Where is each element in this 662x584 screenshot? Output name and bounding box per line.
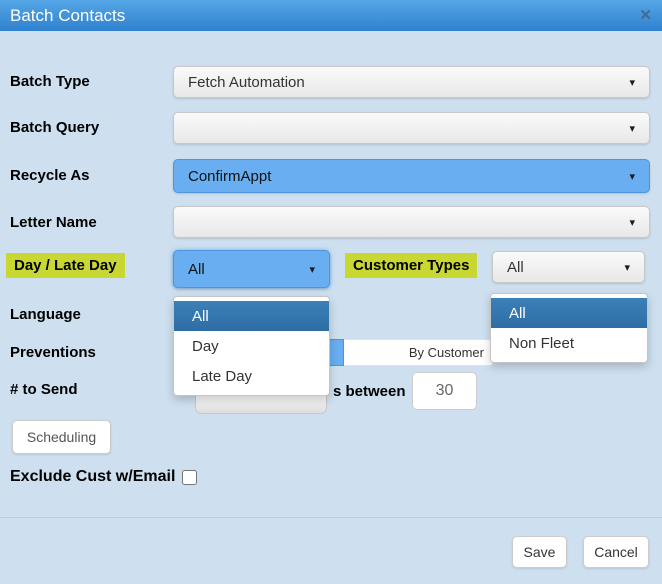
days-between-input[interactable] <box>412 372 477 410</box>
caret-down-icon: ▾ <box>629 122 635 135</box>
dropdown-item-all[interactable]: All <box>174 301 329 331</box>
preventions-by-customer-segment[interactable]: By Customer <box>344 339 493 366</box>
language-label: Language <box>10 306 81 323</box>
day-late-day-label: Day / Late Day <box>6 253 125 278</box>
dialog-title: Batch Contacts <box>10 6 125 26</box>
batch-query-select[interactable]: ▾ <box>173 112 650 144</box>
batch-type-select[interactable]: Fetch Automation ▾ <box>173 66 650 98</box>
dropdown-item-day[interactable]: Day <box>174 331 329 361</box>
exclude-cust-email-checkbox[interactable] <box>182 470 197 485</box>
caret-down-icon: ▾ <box>309 263 315 276</box>
day-late-day-dropdown-menu: All Day Late Day <box>173 296 330 396</box>
batch-contacts-dialog: Batch Contacts ✕ Batch Type Fetch Automa… <box>0 0 662 584</box>
batch-type-label: Batch Type <box>10 73 90 90</box>
caret-down-icon: ▾ <box>629 76 635 89</box>
letter-name-label: Letter Name <box>10 214 97 231</box>
recycle-as-value: ConfirmAppt <box>188 168 271 185</box>
close-icon[interactable]: ✕ <box>639 8 652 23</box>
customer-types-select[interactable]: All ▾ <box>492 251 645 283</box>
days-between-label: s between <box>333 383 406 400</box>
day-late-day-value: All <box>188 261 205 278</box>
customer-types-label: Customer Types <box>345 253 477 278</box>
dialog-header: Batch Contacts ✕ <box>0 0 662 31</box>
batch-query-label: Batch Query <box>10 119 99 136</box>
customer-types-value: All <box>507 259 524 276</box>
num-to-send-label: # to Send <box>10 381 78 398</box>
recycle-as-select[interactable]: ConfirmAppt ▾ <box>173 159 650 193</box>
customer-types-dropdown-menu: All Non Fleet <box>490 293 648 363</box>
cancel-button[interactable]: Cancel <box>583 536 649 568</box>
scheduling-button[interactable]: Scheduling <box>12 420 111 454</box>
exclude-cust-email-label: Exclude Cust w/Email <box>10 468 175 486</box>
dropdown-item-non-fleet[interactable]: Non Fleet <box>491 328 647 358</box>
day-late-day-select[interactable]: All ▾ <box>173 250 330 288</box>
recycle-as-label: Recycle As <box>10 167 90 184</box>
letter-name-select[interactable]: ▾ <box>173 206 650 238</box>
save-button[interactable]: Save <box>512 536 567 568</box>
footer-divider <box>0 517 662 518</box>
preventions-label: Preventions <box>10 344 96 361</box>
batch-type-value: Fetch Automation <box>188 74 305 91</box>
caret-down-icon: ▾ <box>624 261 630 274</box>
dropdown-item-all[interactable]: All <box>491 298 647 328</box>
caret-down-icon: ▾ <box>629 216 635 229</box>
dropdown-item-late-day[interactable]: Late Day <box>174 361 329 391</box>
caret-down-icon: ▾ <box>629 170 635 183</box>
